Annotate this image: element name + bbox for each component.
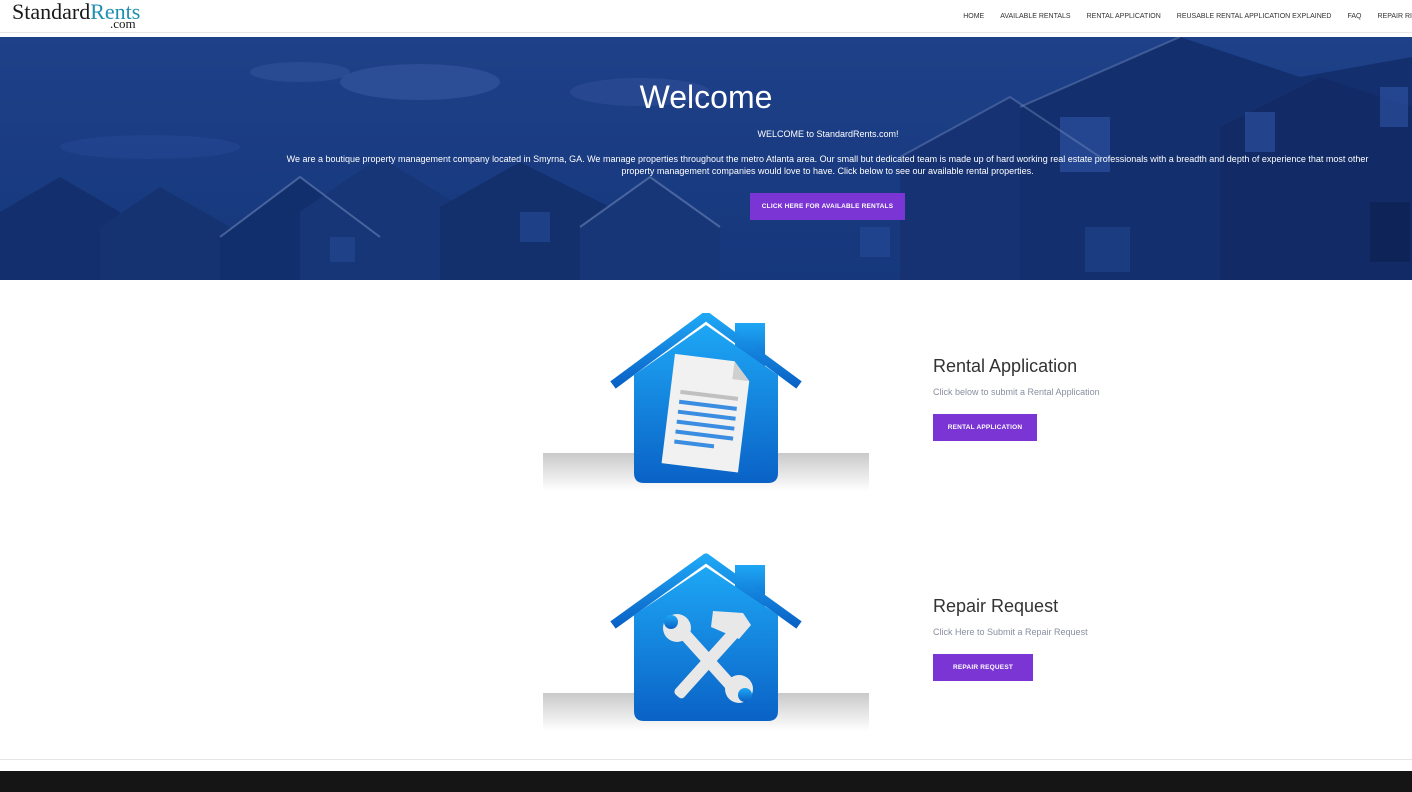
- hero-description: We are a boutique property management co…: [286, 154, 1369, 176]
- nav-repair-request[interactable]: REPAIR RI: [1370, 13, 1412, 20]
- site-logo[interactable]: StandardRents .com: [12, 0, 172, 32]
- section-divider: [0, 759, 1412, 760]
- nav-rental-application[interactable]: RENTAL APPLICATION: [1079, 13, 1169, 20]
- house-tools-icon: [543, 553, 869, 731]
- repair-request-title: Repair Request: [933, 596, 1059, 616]
- house-document-icon: [543, 313, 869, 491]
- hero-title: Welcome: [639, 79, 773, 115]
- main-nav: HOME AVAILABLE RENTALS RENTAL APPLICATIO…: [955, 0, 1412, 32]
- logo-domain: .com: [110, 16, 136, 31]
- rental-application-title: Rental Application: [933, 356, 1078, 376]
- site-footer: [0, 771, 1412, 792]
- nav-home[interactable]: HOME: [955, 13, 992, 20]
- nav-available-rentals[interactable]: AVAILABLE RENTALS: [992, 13, 1078, 20]
- hero-subtitle: WELCOME to StandardRents.com!: [757, 129, 899, 139]
- site-header: StandardRents .com HOME AVAILABLE RENTAL…: [0, 0, 1412, 33]
- nav-reusable-application[interactable]: REUSABLE RENTAL APPLICATION EXPLAINED: [1169, 13, 1340, 20]
- available-rentals-button[interactable]: CLICK HERE FOR AVAILABLE RENTALS: [750, 193, 905, 220]
- repair-request-button[interactable]: REPAIR REQUEST: [933, 654, 1033, 681]
- rental-application-description: Click below to submit a Rental Applicati…: [933, 387, 1100, 397]
- repair-request-description: Click Here to Submit a Repair Request: [933, 627, 1088, 637]
- nav-faq[interactable]: FAQ: [1339, 13, 1369, 20]
- hero-banner: Welcome WELCOME to StandardRents.com! We…: [0, 37, 1412, 280]
- rental-application-button[interactable]: RENTAL APPLICATION: [933, 414, 1037, 441]
